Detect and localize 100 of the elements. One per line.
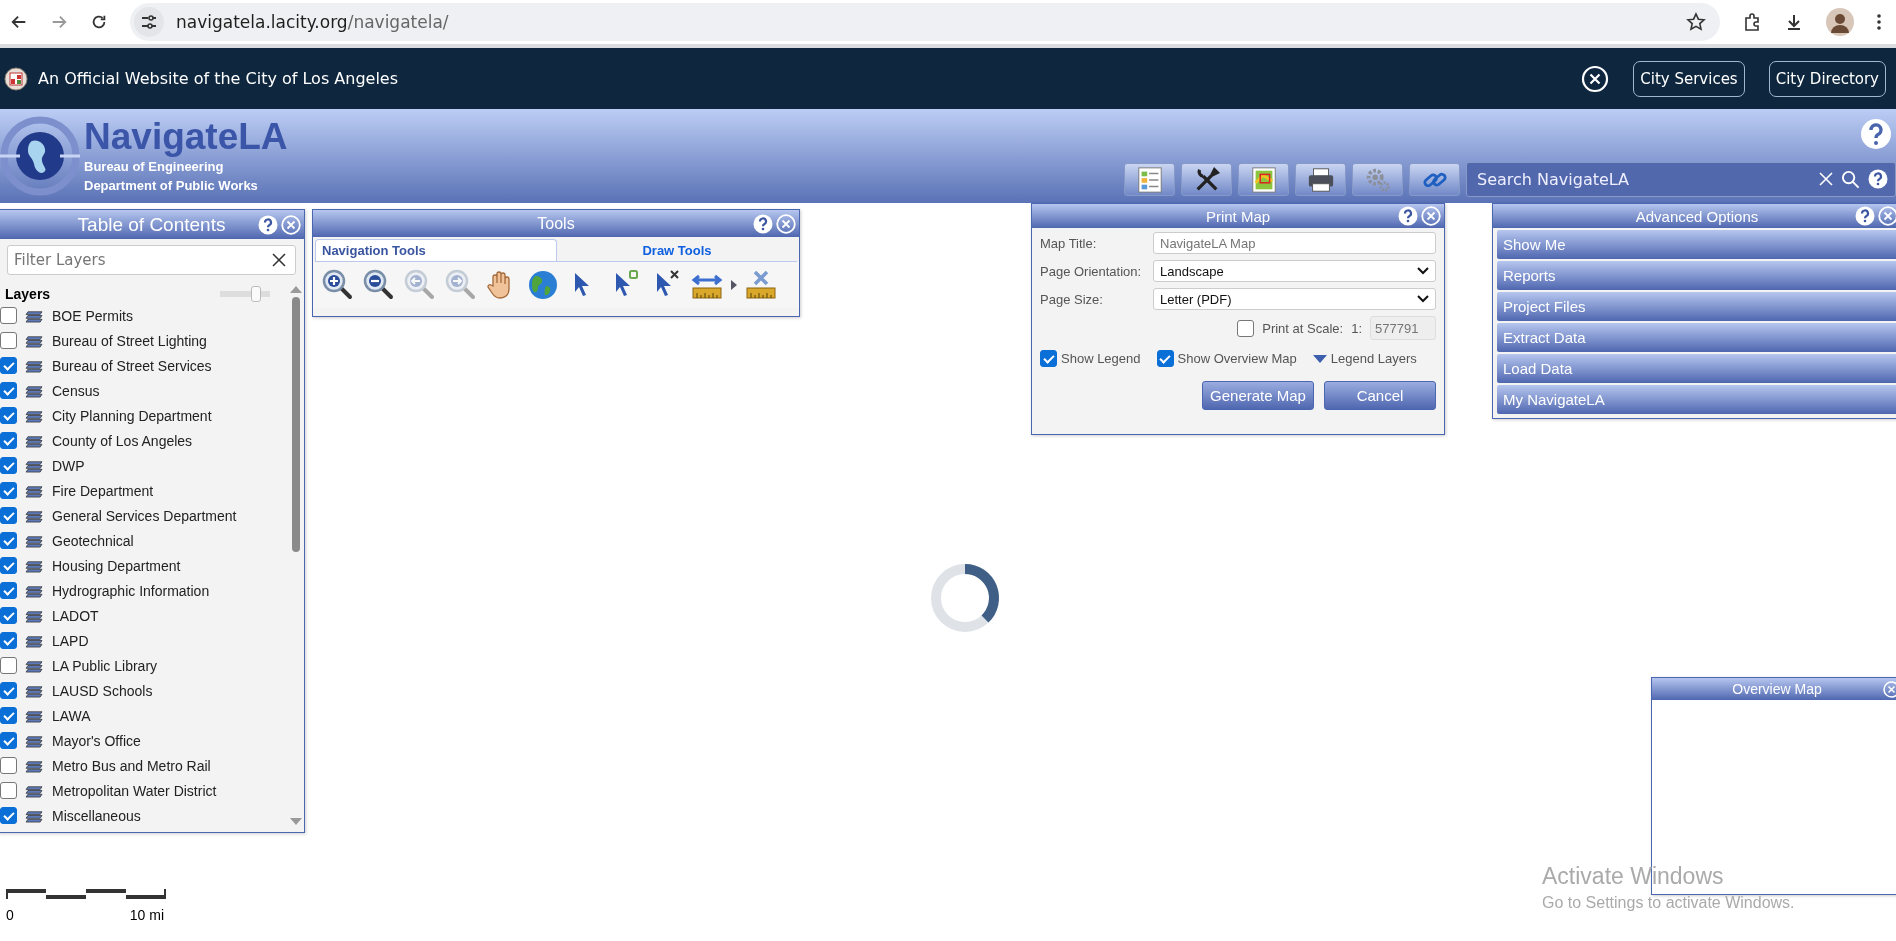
- help-icon[interactable]: [1868, 169, 1888, 189]
- search-icon[interactable]: [1841, 169, 1860, 189]
- zoom-in-icon[interactable]: [321, 268, 355, 302]
- address-bar[interactable]: navigatela.lacity.org/navigatela/: [130, 3, 1720, 41]
- page-size-dropdown[interactable]: Letter (PDF): [1153, 288, 1436, 310]
- legend-layers-link[interactable]: Legend Layers: [1330, 351, 1417, 366]
- layer-label[interactable]: Mayor's Office: [52, 732, 141, 749]
- help-icon[interactable]: [258, 214, 278, 235]
- checkbox[interactable]: [0, 432, 17, 449]
- layers-icon: [25, 308, 44, 323]
- close-icon[interactable]: [1581, 64, 1610, 93]
- layer-label[interactable]: LA Public Library: [52, 657, 158, 674]
- checkbox[interactable]: [1156, 350, 1174, 367]
- filter-field[interactable]: Filter Layers: [7, 245, 296, 275]
- tab[interactable]: Draw Tools: [557, 239, 797, 261]
- layer-label[interactable]: County of Los Angeles: [52, 432, 193, 449]
- globe-icon[interactable]: [526, 268, 560, 302]
- layer-label[interactable]: Bureau of Street Lighting: [52, 332, 207, 349]
- action-button[interactable]: Cancel: [1324, 381, 1436, 410]
- search-field[interactable]: Search NavigateLA: [1466, 162, 1896, 197]
- map-title-field[interactable]: NavigateLA Map: [1153, 232, 1436, 254]
- profile-avatar-icon[interactable]: [1826, 8, 1854, 36]
- checkbox[interactable]: [0, 307, 17, 324]
- layer-label[interactable]: Hydrographic Information: [52, 582, 210, 599]
- layer-label[interactable]: Bureau of Street Services: [52, 357, 212, 374]
- layers-icon: [25, 358, 44, 373]
- checkbox[interactable]: [0, 357, 17, 374]
- layer-label[interactable]: DWP: [52, 457, 85, 474]
- layer-label[interactable]: Miscellaneous: [52, 807, 141, 824]
- layer-label[interactable]: City Planning Department: [52, 407, 212, 424]
- city-seal-icon: [4, 66, 28, 91]
- layer-label[interactable]: LAUSD Schools: [52, 682, 153, 699]
- scrollbar-thumb[interactable]: [292, 297, 300, 552]
- layers-icon: [25, 658, 44, 673]
- layer-label[interactable]: General Services Department: [52, 507, 237, 524]
- checkbox[interactable]: [0, 732, 17, 749]
- checkbox[interactable]: [1040, 350, 1057, 367]
- layer-label[interactable]: Fire Department: [52, 482, 154, 499]
- reload-icon[interactable]: [90, 13, 108, 31]
- field-label: Map Title:: [1040, 235, 1098, 251]
- layers-icon: [25, 708, 44, 723]
- layer-label[interactable]: LADOT: [52, 607, 99, 624]
- orientation-dropdown[interactable]: Landscape: [1153, 260, 1436, 282]
- checkbox[interactable]: [0, 782, 17, 799]
- checkbox[interactable]: [0, 807, 17, 824]
- toolbar-button[interactable]: [1295, 163, 1346, 196]
- checkbox[interactable]: [0, 757, 17, 774]
- checkbox[interactable]: [0, 457, 17, 474]
- field-label: Page Orientation:: [1040, 263, 1143, 279]
- caret-icon[interactable]: [731, 280, 737, 290]
- help-icon[interactable]: [1860, 118, 1892, 150]
- chevron-down-icon: [1417, 295, 1429, 303]
- checkbox[interactable]: [0, 482, 17, 499]
- scale-label: 10 mi: [129, 907, 164, 923]
- scroll-up-icon[interactable]: [290, 285, 302, 293]
- help-icon[interactable]: [1855, 206, 1875, 226]
- bookmark-star-icon[interactable]: [1686, 12, 1706, 32]
- checkbox[interactable]: [0, 607, 17, 624]
- extensions-icon[interactable]: [1742, 12, 1762, 32]
- layer-label[interactable]: Geotechnical: [52, 532, 134, 549]
- checkbox[interactable]: [0, 332, 17, 349]
- layers-icon: [25, 408, 44, 423]
- layer-label[interactable]: Metro Bus and Metro Rail: [52, 757, 211, 774]
- checkbox[interactable]: [0, 532, 17, 549]
- layer-label[interactable]: BOE Permits: [52, 307, 133, 324]
- checkbox[interactable]: [0, 407, 17, 424]
- zoom-out-icon[interactable]: [362, 268, 396, 302]
- help-icon[interactable]: [753, 213, 773, 234]
- checkbox[interactable]: [0, 657, 17, 674]
- checkbox[interactable]: [0, 707, 17, 724]
- layer-label[interactable]: Metropolitan Water District: [52, 782, 217, 799]
- checkbox[interactable]: [0, 682, 17, 699]
- checkbox[interactable]: [0, 507, 17, 524]
- banner-link-button[interactable]: City Directory: [1768, 60, 1886, 97]
- layers-icon: [25, 383, 44, 398]
- layers-icon: [25, 733, 44, 748]
- dropdown-triangle-icon[interactable]: [1312, 354, 1327, 363]
- checkbox[interactable]: [1237, 319, 1255, 337]
- layer-label[interactable]: Census: [52, 382, 100, 399]
- back-icon[interactable]: [10, 13, 28, 31]
- print-icon: [1306, 165, 1335, 194]
- checkbox[interactable]: [0, 382, 17, 399]
- site-settings-icon[interactable]: [134, 7, 164, 37]
- scroll-down-icon[interactable]: [290, 818, 302, 826]
- checkbox[interactable]: [0, 582, 17, 599]
- clear-icon[interactable]: [272, 253, 286, 267]
- checkbox[interactable]: [0, 557, 17, 574]
- ruler-x-icon[interactable]: [744, 268, 778, 302]
- layer-label[interactable]: LAWA: [52, 707, 91, 724]
- help-icon[interactable]: [1398, 206, 1418, 226]
- checkbox[interactable]: [0, 632, 17, 649]
- forward-icon[interactable]: [50, 13, 68, 31]
- layer-label[interactable]: Housing Department: [52, 557, 181, 574]
- layer-label[interactable]: LAPD: [52, 632, 89, 649]
- action-button[interactable]: Generate Map: [1202, 381, 1314, 410]
- toolbar-button[interactable]: [1181, 163, 1232, 196]
- menu-icon[interactable]: [1876, 12, 1882, 32]
- banner-link-button[interactable]: City Services: [1633, 60, 1745, 97]
- tab[interactable]: Navigation Tools: [315, 239, 557, 261]
- layers-icon: [25, 558, 44, 573]
